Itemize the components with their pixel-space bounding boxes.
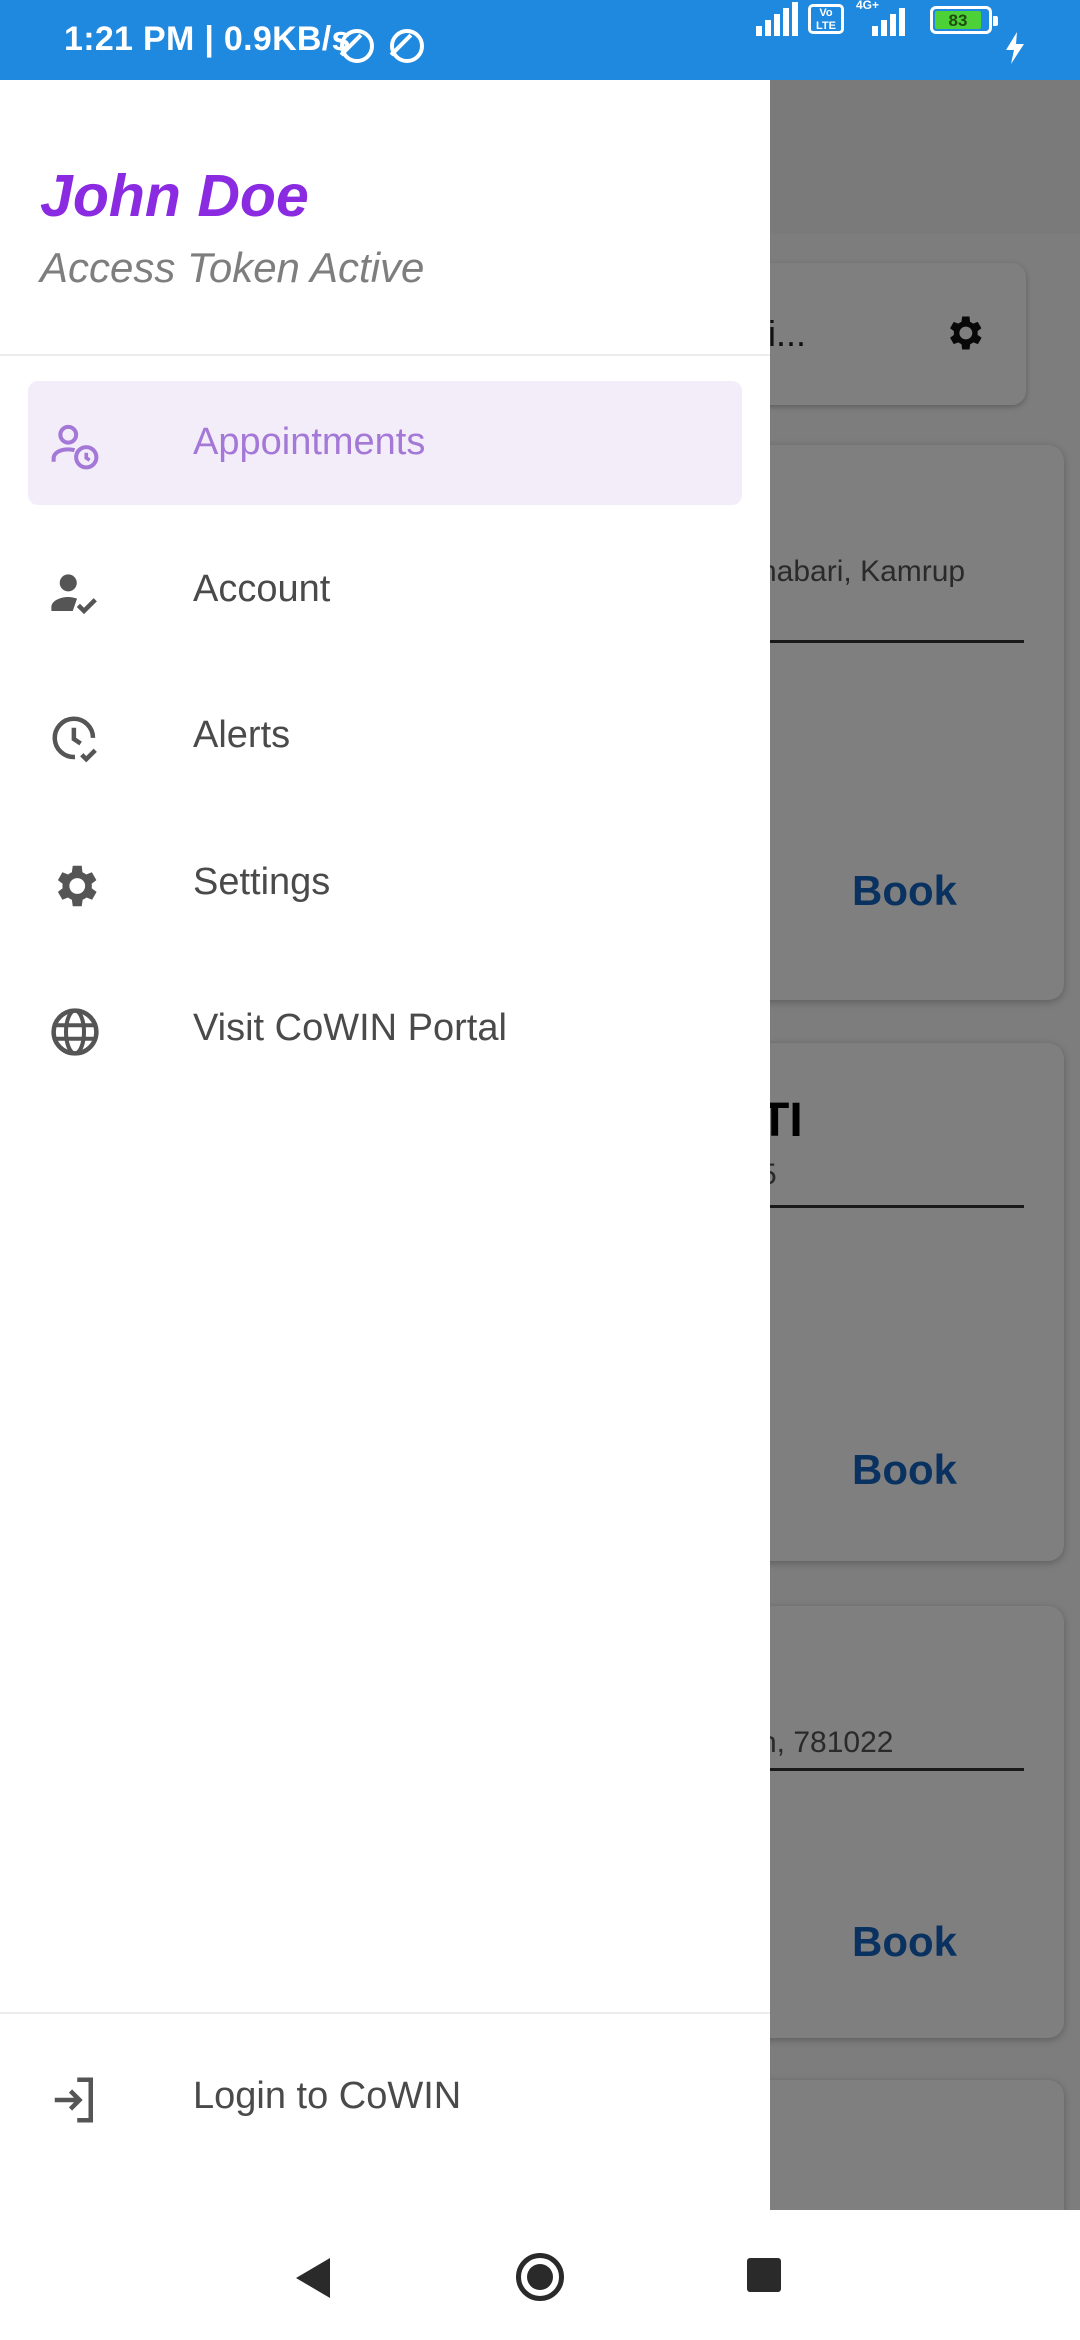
token-status: Access Token Active — [40, 244, 425, 291]
user-name: John Doe — [40, 163, 309, 229]
nav-item-label: Account — [193, 568, 331, 610]
status-time: 1:21 PM | 0.9KB/s — [64, 20, 351, 58]
person-check-icon — [51, 574, 97, 615]
battery-level: 83 — [935, 11, 981, 30]
nav-item-label: Alerts — [193, 714, 291, 756]
nav-item-appointments[interactable]: Appointments — [28, 381, 742, 505]
clock-check-icon — [52, 716, 97, 763]
home-icon[interactable] — [516, 2253, 564, 2301]
volte-icon: Vo LTE — [808, 4, 844, 34]
charging-icon — [1006, 32, 1024, 64]
battery-icon: 83 — [930, 6, 998, 34]
person-clock-icon — [51, 424, 99, 470]
signal-icon — [756, 0, 798, 36]
nav-item-visit-cowin-portal[interactable]: Visit CoWIN Portal — [28, 967, 742, 1091]
signal-icon — [868, 0, 908, 36]
do-not-disturb-icon — [340, 29, 374, 63]
nav-item-label: Login to CoWIN — [193, 2075, 462, 2117]
recents-icon[interactable] — [747, 2258, 781, 2292]
system-navigation-bar — [0, 2210, 1080, 2340]
navigation-drawer: John Doe Access Token Active Appointment… — [0, 80, 770, 2210]
login-icon — [54, 2077, 93, 2123]
drawer-footer-divider — [0, 2012, 770, 2014]
nav-item-settings[interactable]: Settings — [28, 821, 742, 945]
back-icon[interactable] — [296, 2258, 330, 2298]
nav-item-label: Settings — [193, 861, 331, 903]
nav-item-alerts[interactable]: Alerts — [28, 674, 742, 798]
do-not-disturb-icon — [390, 29, 424, 63]
nav-item-account[interactable]: Account — [28, 528, 742, 652]
globe-icon — [51, 1008, 99, 1056]
nav-item-label: Appointments — [193, 421, 426, 463]
login-to-cowin-button[interactable]: Login to CoWIN — [28, 2035, 742, 2159]
gear-icon — [57, 865, 97, 907]
nav-item-label: Visit CoWIN Portal — [193, 1007, 507, 1049]
drawer-header: John Doe Access Token Active — [0, 80, 770, 356]
status-bar: 1:21 PM | 0.9KB/s Vo LTE 4G+ 83 — [0, 0, 1080, 80]
